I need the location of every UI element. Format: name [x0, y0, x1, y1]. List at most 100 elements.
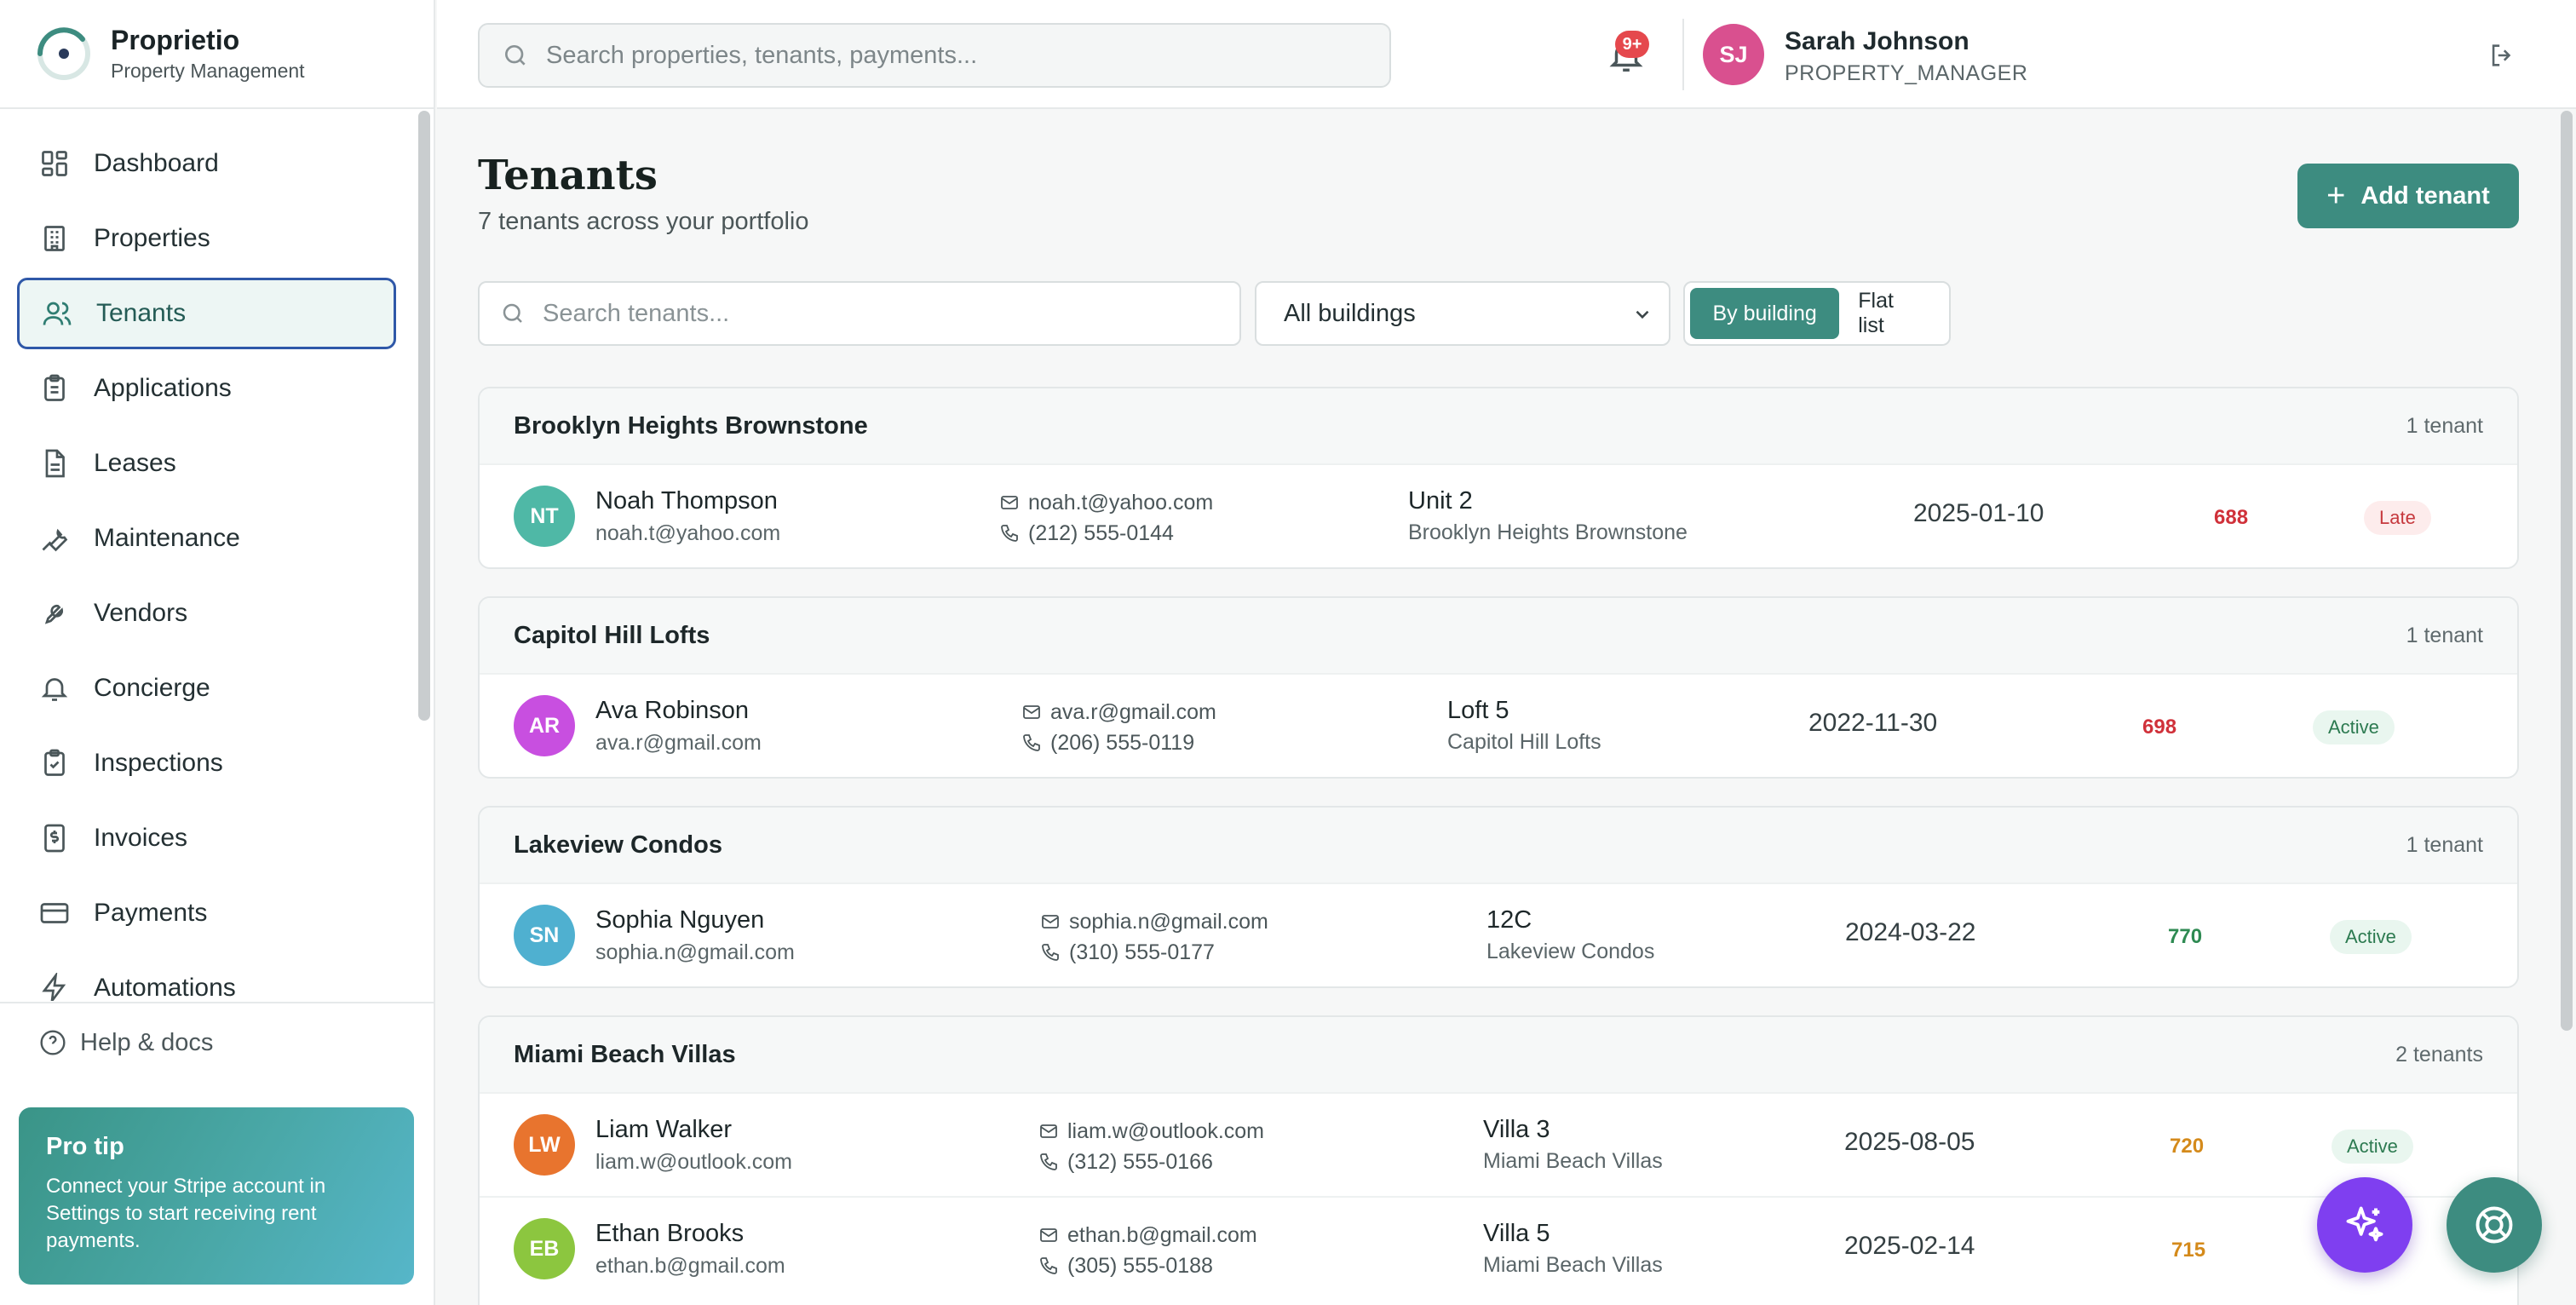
tenant-unit: Unit 2 Brooklyn Heights Brownstone [1408, 487, 1688, 545]
group-count: 1 tenant [2406, 413, 2483, 438]
contact-email[interactable]: sophia.n@gmail.com [1069, 910, 1268, 934]
tenant-name[interactable]: Sophia Nguyen [595, 906, 764, 934]
contact-phone[interactable]: (305) 555-0188 [1067, 1254, 1213, 1279]
sidebar-item-dashboard[interactable]: Dashboard [17, 128, 396, 199]
phone-icon [1001, 525, 1018, 542]
sidebar-item-maintenance[interactable]: Maintenance [17, 503, 396, 574]
unit-building: Brooklyn Heights Brownstone [1408, 520, 1688, 544]
global-search[interactable] [478, 23, 1391, 88]
lease-date: 2025-01-10 [1913, 499, 2044, 527]
sidebar-item-tenants[interactable]: Tenants [17, 278, 396, 349]
sparkle-icon [2346, 1206, 2383, 1242]
table-row[interactable]: AR Ava Robinson ava.r@gmail.com ava.r@gm… [480, 673, 2517, 777]
tenant-avatar: NT [514, 486, 575, 547]
pro-tip-text: Connect your Stripe account in Settings … [46, 1175, 326, 1252]
unit-name: 12C [1486, 906, 1532, 934]
add-tenant-button[interactable]: + Add tenant [2297, 164, 2519, 228]
unit-name: Loft 5 [1447, 697, 1509, 724]
tenant-avatar: AR [514, 695, 575, 756]
table-row[interactable]: NT Noah Thompson noah.t@yahoo.com noah.t… [480, 463, 2517, 567]
wrench-icon [42, 528, 68, 552]
phone-icon [1023, 734, 1040, 751]
view-by-building-button[interactable]: By building [1690, 288, 1840, 339]
tenant-search[interactable] [478, 281, 1241, 346]
phone-icon [1040, 1153, 1057, 1170]
tenant-search-input[interactable] [543, 299, 1224, 328]
unit-building: Lakeview Condos [1486, 940, 1655, 963]
table-row[interactable]: LW Liam Walker liam.w@outlook.com liam.w… [480, 1092, 2517, 1196]
contact-email[interactable]: ava.r@gmail.com [1050, 700, 1216, 725]
tenant-avatar: EB [514, 1218, 575, 1279]
tenant-contact: ethan.b@gmail.com (305) 555-0188 [1038, 1220, 1257, 1281]
table-row[interactable]: SN Sophia Nguyen sophia.n@gmail.com soph… [480, 882, 2517, 986]
group-header: Lakeview Condos 1 tenant [480, 808, 2517, 882]
contact-phone[interactable]: (310) 555-0177 [1069, 940, 1215, 965]
contact-email[interactable]: ethan.b@gmail.com [1067, 1223, 1257, 1248]
main-scrollbar[interactable] [2561, 111, 2573, 1031]
group-header: Brooklyn Heights Brownstone 1 tenant [480, 388, 2517, 463]
sidebar-item-label: Properties [94, 224, 210, 252]
lease-date: 2022-11-30 [1808, 709, 1938, 737]
tenant-name[interactable]: Ethan Brooks [595, 1220, 744, 1248]
brand[interactable]: Proprietio Property Management [0, 0, 434, 109]
building-filter-select[interactable]: All buildings [1255, 281, 1670, 346]
sidebar-item-properties[interactable]: Properties [17, 203, 396, 274]
lease-date: 2024-03-22 [1845, 918, 1976, 946]
sidebar-item-payments[interactable]: Payments [17, 877, 396, 949]
sidebar-item-vendors[interactable]: Vendors [17, 578, 396, 649]
contact-phone[interactable]: (212) 555-0144 [1028, 521, 1174, 546]
sidebar-item-leases[interactable]: Leases [17, 428, 396, 499]
sidebar-item-label: Dashboard [94, 149, 219, 177]
mail-icon [1001, 496, 1018, 509]
sidebar-scrollbar[interactable] [418, 111, 430, 721]
status-badge: Active [2330, 920, 2412, 954]
sidebar-item-concierge[interactable]: Concierge [17, 652, 396, 724]
users-icon [43, 302, 72, 325]
contact-email[interactable]: noah.t@yahoo.com [1028, 491, 1213, 515]
credit-score: 688 [2214, 506, 2249, 529]
sidebar-item-inspections[interactable]: Inspections [17, 727, 396, 799]
status-badge: Late [2364, 501, 2431, 535]
tenant-email: noah.t@yahoo.com [595, 521, 781, 545]
status-badge: Active [2313, 710, 2395, 744]
user-avatar[interactable]: SJ [1703, 24, 1764, 85]
help-docs-link[interactable]: Help & docs [0, 1003, 434, 1082]
group-header: Miami Beach Villas 2 tenants [480, 1017, 2517, 1092]
user-role: PROPERTY_MANAGER [1785, 61, 2028, 85]
sidebar-item-invoices[interactable]: Invoices [17, 802, 396, 874]
clipboard-check-icon [44, 749, 65, 776]
group-name: Lakeview Condos [514, 831, 722, 859]
mail-icon [1040, 1228, 1057, 1242]
mail-icon [1042, 915, 1059, 928]
contact-phone[interactable]: (206) 555-0119 [1050, 731, 1194, 756]
building-group: Brooklyn Heights Brownstone 1 tenant NT … [478, 387, 2519, 569]
help-circle-icon [40, 1030, 66, 1055]
table-row[interactable]: EB Ethan Brooks ethan.b@gmail.com ethan.… [480, 1196, 2517, 1300]
tenant-email: ethan.b@gmail.com [595, 1254, 785, 1278]
building-group: Miami Beach Villas 2 tenants LW Liam Wal… [478, 1015, 2519, 1305]
sidebar-item-applications[interactable]: Applications [17, 353, 396, 424]
document-icon [45, 449, 65, 478]
unit-building: Miami Beach Villas [1483, 1149, 1663, 1173]
tenant-name[interactable]: Liam Walker [595, 1116, 732, 1144]
tenant-name[interactable]: Ava Robinson [595, 697, 749, 725]
logout-icon[interactable] [2487, 41, 2516, 70]
ai-assistant-button[interactable] [2317, 1177, 2412, 1273]
phone-icon [1040, 1257, 1057, 1274]
support-button[interactable] [2447, 1177, 2542, 1273]
tenant-email: liam.w@outlook.com [595, 1150, 793, 1174]
mail-icon [1040, 1124, 1057, 1138]
lease-date: 2025-02-14 [1844, 1232, 1975, 1260]
sidebar-item-label: Maintenance [94, 524, 240, 552]
contact-email[interactable]: liam.w@outlook.com [1067, 1119, 1264, 1144]
contact-phone[interactable]: (312) 555-0166 [1067, 1150, 1213, 1175]
tenant-unit: Villa 3 Miami Beach Villas [1483, 1116, 1663, 1174]
topbar-divider [1682, 19, 1684, 90]
page-title: Tenants [478, 152, 658, 199]
search-icon [503, 303, 522, 323]
global-search-input[interactable] [546, 41, 1364, 70]
view-flat-list-button[interactable]: Flat list [1839, 288, 1944, 339]
building-icon [44, 226, 65, 251]
sidebar-item-automations[interactable]: Automations [17, 952, 396, 1001]
tenant-name[interactable]: Noah Thompson [595, 487, 778, 515]
